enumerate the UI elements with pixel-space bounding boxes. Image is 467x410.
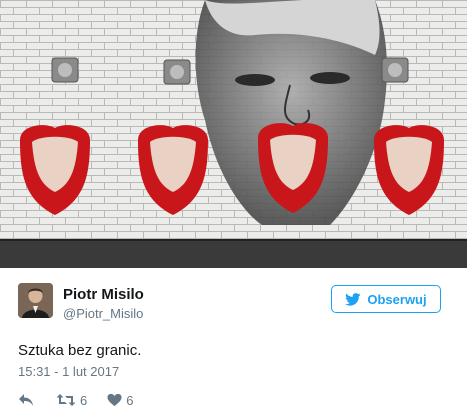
author-name[interactable]: Piotr Misilo — [63, 286, 144, 303]
reply-button[interactable] — [18, 393, 34, 407]
retweet-icon — [56, 394, 76, 406]
like-button[interactable]: 6 — [107, 393, 133, 408]
author-handle[interactable]: @Piotr_Misilo — [63, 306, 143, 321]
follow-button[interactable]: Obserwuj — [331, 285, 441, 313]
avatar[interactable] — [18, 283, 53, 318]
retweet-button[interactable]: 6 — [56, 393, 87, 408]
follow-button-label: Obserwuj — [367, 291, 427, 307]
tweet-text: Sztuka bez granic. — [18, 342, 142, 359]
reply-icon — [19, 394, 33, 406]
like-count: 6 — [126, 392, 134, 408]
avatar-icon — [18, 283, 53, 318]
tweet-photo[interactable] — [0, 0, 467, 268]
twitter-bird-icon — [345, 292, 361, 306]
tweet-timestamp[interactable]: 15:31 - 1 lut 2017 — [18, 364, 119, 379]
heart-icon — [107, 393, 122, 407]
retweet-count: 6 — [80, 392, 88, 408]
photo-urinals-icon — [0, 0, 467, 268]
tweet-actions: 6 6 — [18, 391, 133, 409]
